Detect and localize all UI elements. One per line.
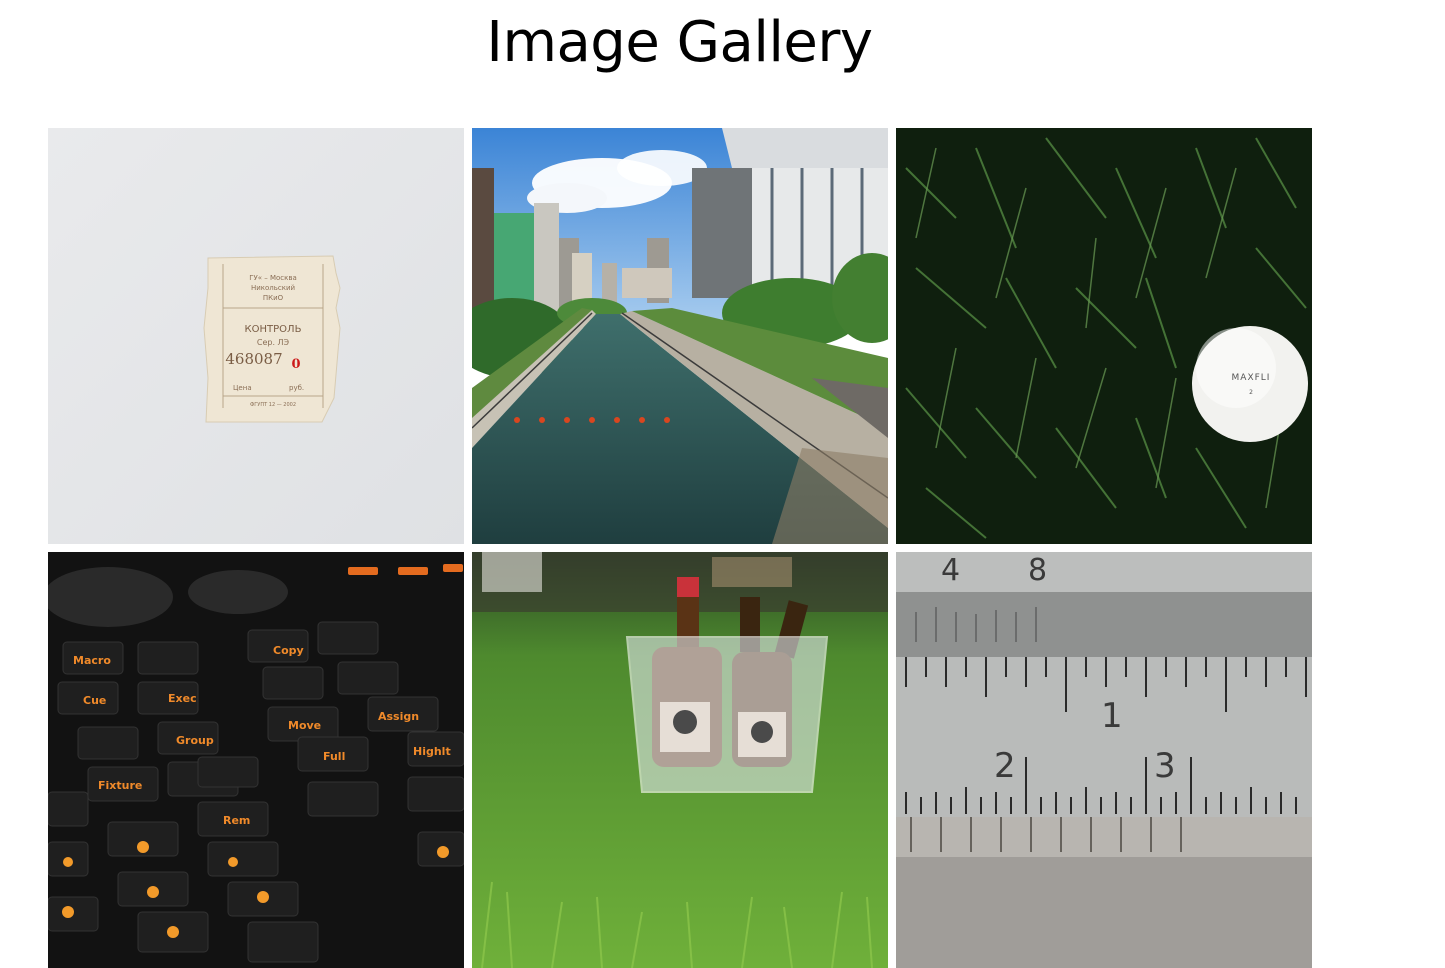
ticket-line2: Никольский [251, 284, 295, 292]
key-exec: Exec [168, 692, 197, 705]
ticket-heading: КОНТРОЛЬ [245, 324, 302, 335]
ruler-photo: 4 8 1 2 3 [896, 552, 1312, 968]
ticket-number: 468087 [225, 350, 282, 368]
image-gallery-grid: ГУ« – Москва Никольский ПКиО КОНТРОЛЬ Се… [48, 128, 1312, 968]
key-full: Full [323, 750, 345, 763]
golf-ball-brand: MAXFLI [1232, 373, 1271, 383]
ruler-num-3: 3 [1154, 746, 1176, 786]
ticket-line3: ПКиО [263, 294, 284, 302]
key-macro: Macro [73, 654, 111, 667]
ticket-number-red: 0 [291, 357, 300, 372]
ticket-photo: ГУ« – Москва Никольский ПКиО КОНТРОЛЬ Се… [48, 128, 464, 544]
page-title: Image Gallery [486, 10, 873, 75]
ticket-series: Сер. ЛЭ [257, 338, 290, 347]
key-copy: Copy [273, 644, 304, 657]
canal-city-photo [472, 128, 888, 544]
gallery-image-ticket[interactable]: ГУ« – Москва Никольский ПКиО КОНТРОЛЬ Се… [48, 128, 464, 544]
key-highlt: Highlt [413, 745, 451, 758]
ruler-num-top-2: 8 [1028, 553, 1047, 588]
gallery-image-canal-city[interactable] [472, 128, 888, 544]
key-cue: Cue [83, 694, 106, 707]
ruler-num-1: 1 [1101, 696, 1123, 736]
key-assign: Assign [378, 710, 419, 723]
key-move: Move [288, 719, 321, 732]
ticket-footer: ФГУПТ 12 — 2002 [250, 402, 296, 408]
key-fixture: Fixture [98, 779, 142, 792]
golf-ball-photo: MAXFLI 2 [896, 128, 1312, 544]
keyboard-photo: Macro Cue Exec Group Fixture Move Copy A… [48, 552, 464, 968]
key-group: Group [176, 734, 214, 747]
key-rem: Rem [223, 814, 250, 827]
gallery-image-beer-bucket[interactable] [472, 552, 888, 968]
golf-ball-number: 2 [1249, 389, 1253, 396]
gallery-image-keyboard[interactable]: Macro Cue Exec Group Fixture Move Copy A… [48, 552, 464, 968]
ruler-num-top-1: 4 [941, 553, 960, 588]
ticket-line1: ГУ« – Москва [249, 274, 297, 282]
gallery-image-ruler[interactable]: 4 8 1 2 3 [896, 552, 1312, 968]
gallery-image-golf-ball[interactable]: MAXFLI 2 [896, 128, 1312, 544]
ticket-price-label: Цена [233, 384, 252, 392]
ticket-currency: руб. [289, 384, 304, 392]
ruler-num-2: 2 [994, 746, 1016, 786]
beer-bucket-photo [472, 552, 888, 968]
